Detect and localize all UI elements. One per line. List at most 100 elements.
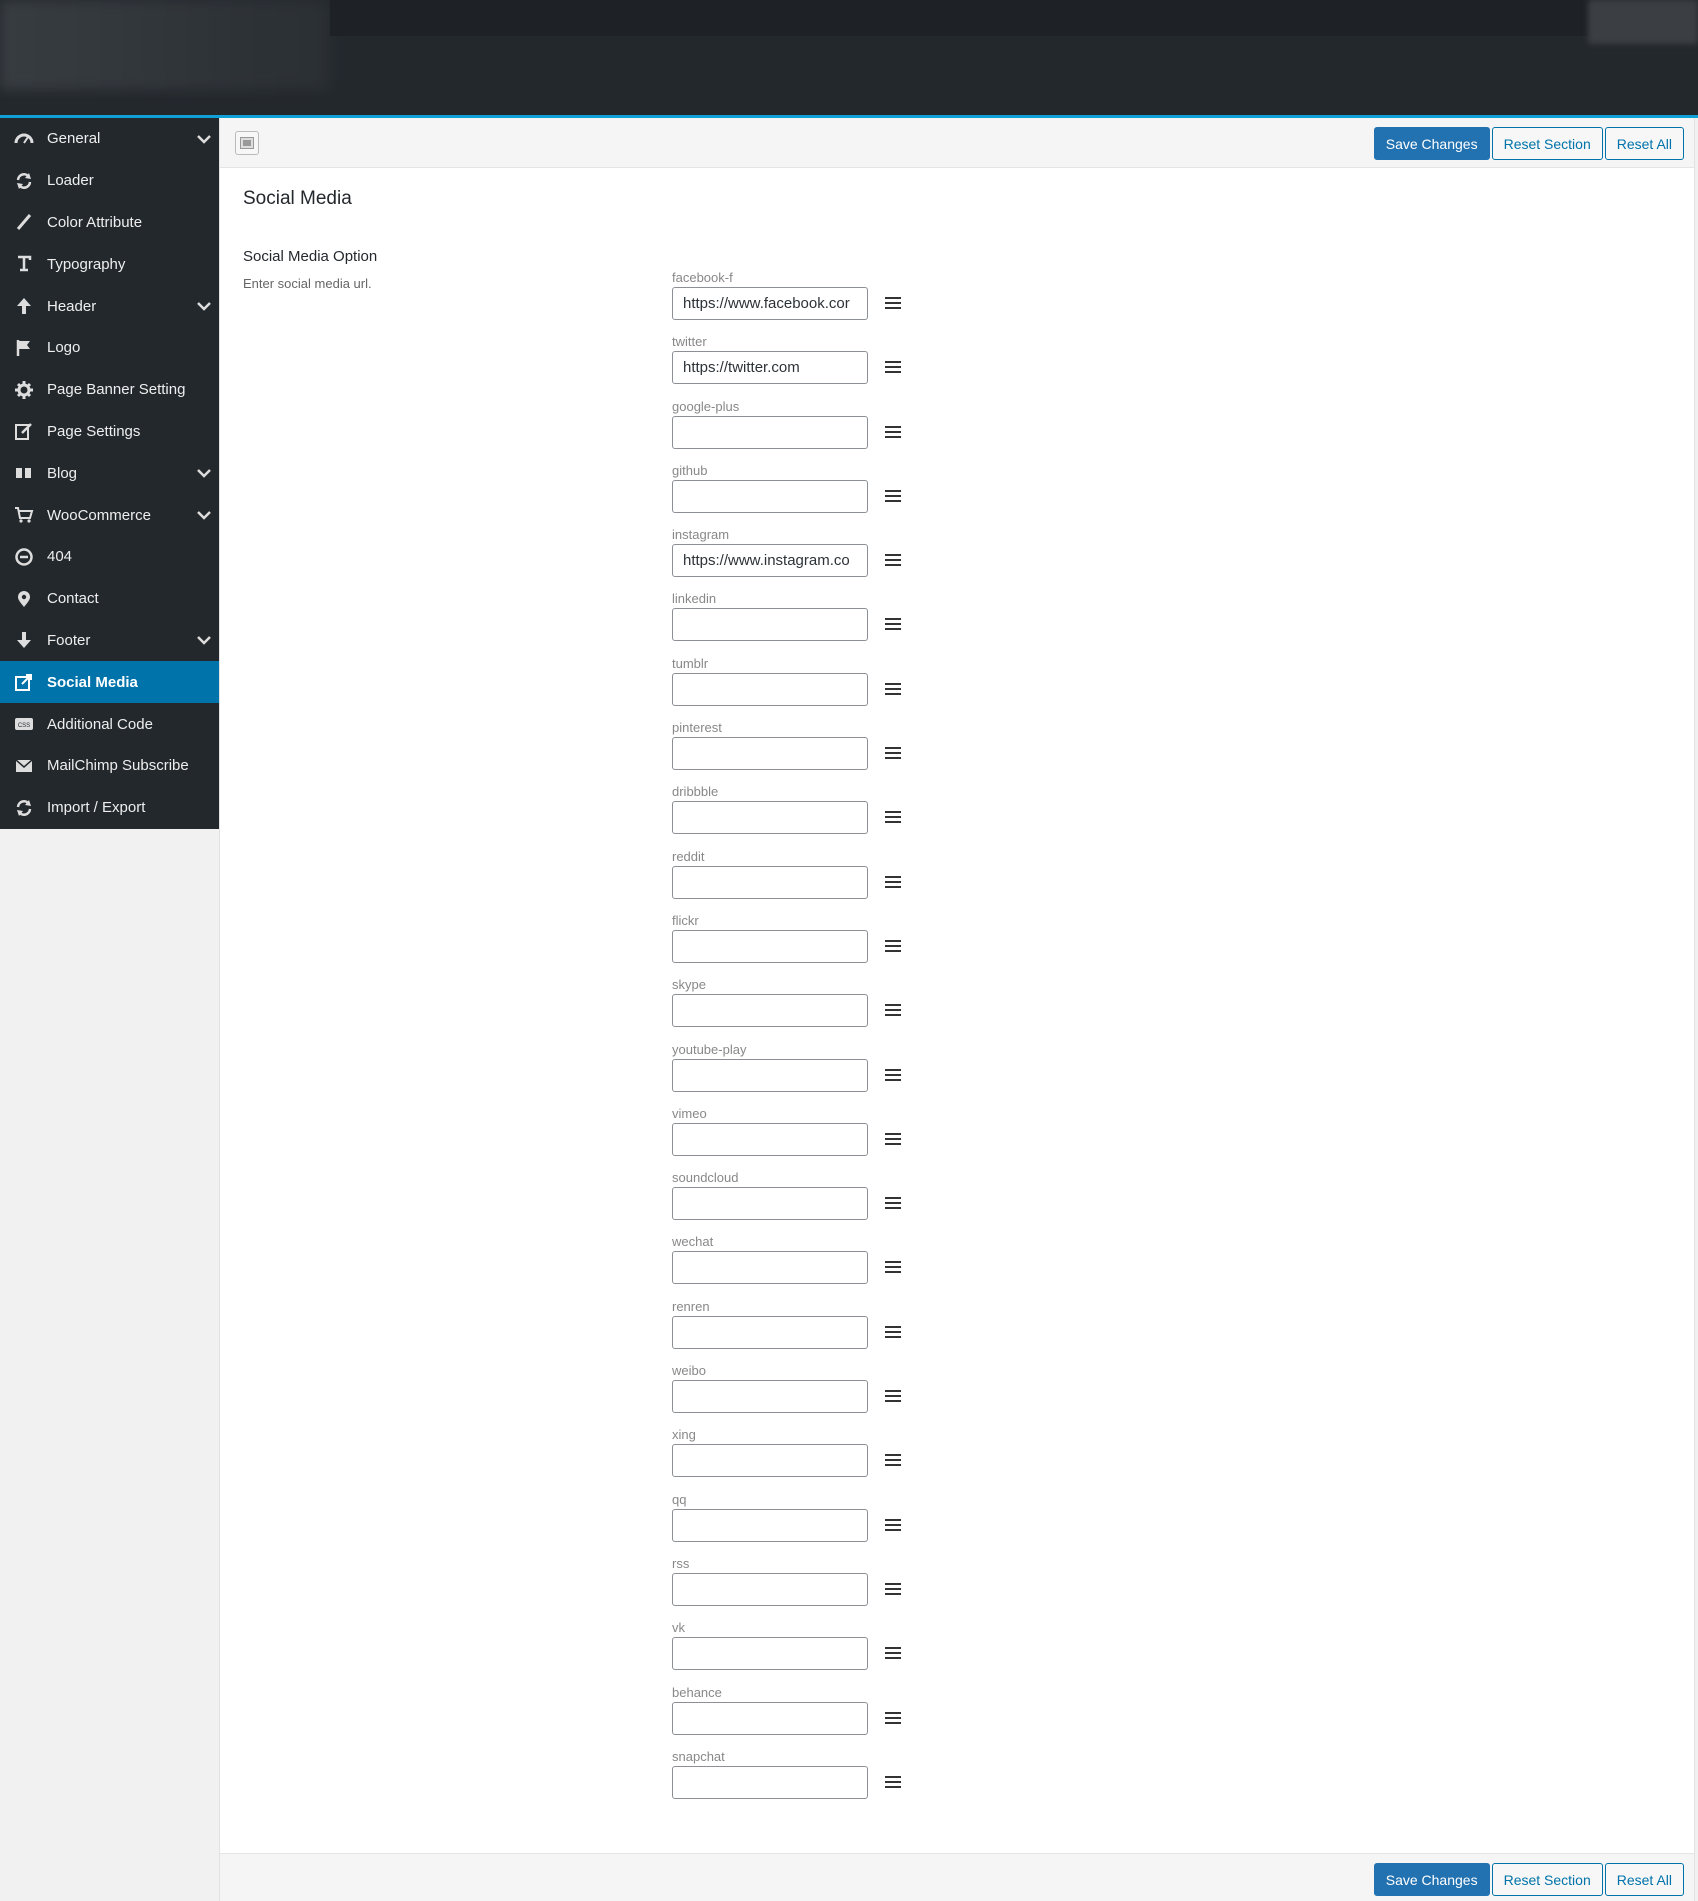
soundcloud-url-input[interactable] [672, 1187, 868, 1221]
sidebar-item-color-attribute[interactable]: Color Attribute [0, 202, 219, 244]
reset-section-button[interactable]: Reset Section [1491, 127, 1603, 160]
reddit-url-input[interactable] [672, 865, 868, 899]
flickr-url-input[interactable] [672, 929, 868, 963]
sidebar-item-404[interactable]: 404 [0, 536, 219, 578]
field-label: vimeo [672, 1105, 707, 1121]
chevron-down-icon[interactable] [189, 510, 219, 520]
drag-handle-icon[interactable] [884, 1323, 902, 1341]
github-url-input[interactable] [672, 479, 868, 513]
field-label: vk [672, 1620, 685, 1636]
sidebar-item-social-media[interactable]: Social Media [0, 661, 219, 704]
instagram-url-input[interactable] [672, 544, 868, 578]
drag-handle-icon[interactable] [884, 744, 902, 762]
social-field-youtube-play: youtube-play [672, 1042, 932, 1106]
sidebar-item-header[interactable]: Header [0, 285, 219, 327]
sidebar-item-general[interactable]: General [0, 118, 219, 160]
drag-handle-icon[interactable] [884, 1773, 902, 1791]
tumblr-url-input[interactable] [672, 672, 868, 706]
field-label: pinterest [672, 720, 722, 736]
facebook-f-url-input[interactable] [672, 287, 868, 320]
sidebar-item-label: Typography [47, 255, 126, 273]
drag-handle-icon[interactable] [884, 1001, 902, 1019]
drag-handle-icon[interactable] [884, 1130, 902, 1148]
sidebar-item-page-settings[interactable]: Page Settings [0, 411, 219, 453]
pinterest-url-input[interactable] [672, 737, 868, 771]
xing-url-input[interactable] [672, 1444, 868, 1478]
drag-handle-icon[interactable] [884, 1580, 902, 1598]
blurred-user-area [1588, 0, 1698, 44]
sidebar-item-footer[interactable]: Footer [0, 620, 219, 662]
sidebar-item-contact[interactable]: Contact [0, 578, 219, 620]
drag-handle-icon[interactable] [884, 1451, 902, 1469]
expand-toggle-button[interactable] [235, 131, 259, 155]
skype-url-input[interactable] [672, 994, 868, 1028]
drag-handle-icon[interactable] [884, 423, 902, 441]
reset-section-button[interactable]: Reset Section [1491, 1863, 1603, 1896]
sidebar-item-page-banner-setting[interactable]: Page Banner Setting [0, 369, 219, 411]
weibo-url-input[interactable] [672, 1380, 868, 1414]
renren-url-input[interactable] [672, 1315, 868, 1349]
vk-url-input[interactable] [672, 1637, 868, 1671]
chevron-down-icon[interactable] [189, 301, 219, 311]
youtube-play-url-input[interactable] [672, 1058, 868, 1092]
drag-handle-icon[interactable] [884, 937, 902, 955]
sidebar-item-woocommerce[interactable]: WooCommerce [0, 494, 219, 536]
save-changes-button[interactable]: Save Changes [1373, 127, 1490, 160]
linkedin-url-input[interactable] [672, 608, 868, 642]
sidebar-item-mailchimp-subscribe[interactable]: MailChimp Subscribe [0, 745, 219, 787]
field-label: flickr [672, 912, 699, 928]
reset-all-button[interactable]: Reset All [1604, 127, 1684, 160]
snapchat-url-input[interactable] [672, 1765, 868, 1799]
chevron-down-icon[interactable] [189, 134, 219, 144]
sidebar-item-label: MailChimp Subscribe [47, 757, 189, 775]
sidebar-item-label: Footer [47, 631, 91, 649]
sidebar-item-loader[interactable]: Loader [0, 160, 219, 202]
drag-handle-icon[interactable] [884, 1194, 902, 1212]
field-label: facebook-f [672, 270, 733, 285]
rss-url-input[interactable] [672, 1572, 868, 1606]
field-label: snapchat [672, 1748, 725, 1764]
social-field-weibo: weibo [672, 1363, 932, 1427]
save-changes-button[interactable]: Save Changes [1373, 1863, 1490, 1896]
behance-url-input[interactable] [672, 1701, 868, 1735]
drag-handle-icon[interactable] [884, 873, 902, 891]
qq-url-input[interactable] [672, 1508, 868, 1542]
edit-icon [0, 421, 47, 441]
social-media-fields: facebook-f twitter google-plus github instag… [672, 270, 932, 1813]
drag-handle-icon[interactable] [884, 1516, 902, 1534]
drag-handle-icon[interactable] [884, 1644, 902, 1662]
drag-handle-icon[interactable] [884, 487, 902, 505]
drag-handle-icon[interactable] [884, 1709, 902, 1727]
drag-handle-icon[interactable] [884, 551, 902, 569]
drag-handle-icon[interactable] [884, 1387, 902, 1405]
field-label: xing [672, 1427, 696, 1443]
vimeo-url-input[interactable] [672, 1122, 868, 1156]
field-label: github [672, 462, 708, 478]
sidebar-item-import-export[interactable]: Import / Export [0, 787, 219, 829]
drag-handle-icon[interactable] [884, 680, 902, 698]
sidebar-item-blog[interactable]: Blog [0, 452, 219, 494]
sidebar-item-typography[interactable]: Typography [0, 243, 219, 285]
social-field-github: github [672, 463, 932, 527]
sidebar-item-logo[interactable]: Logo [0, 327, 219, 369]
sidebar-item-label: Page Settings [47, 422, 141, 440]
dribbble-url-input[interactable] [672, 801, 868, 835]
reset-all-button[interactable]: Reset All [1604, 1863, 1684, 1896]
drag-handle-icon[interactable] [884, 615, 902, 633]
drag-handle-icon[interactable] [884, 1066, 902, 1084]
social-field-reddit: reddit [672, 849, 932, 913]
sidebar-item-additional-code[interactable]: CSS Additional Code [0, 703, 219, 745]
svg-text:CSS: CSS [17, 723, 29, 729]
social-field-rss: rss [672, 1556, 932, 1620]
chevron-down-icon[interactable] [189, 635, 219, 646]
chevron-down-icon[interactable] [189, 468, 219, 479]
wechat-url-input[interactable] [672, 1251, 868, 1285]
drag-handle-icon[interactable] [884, 1258, 902, 1276]
drag-handle-icon[interactable] [884, 358, 902, 376]
twitter-url-input[interactable] [672, 351, 868, 385]
social-field-facebook-f: facebook-f [672, 270, 932, 334]
drag-handle-icon[interactable] [884, 294, 902, 312]
drag-handle-icon[interactable] [884, 808, 902, 826]
field-label: dribbble [672, 784, 719, 800]
google-plus-url-input[interactable] [672, 415, 868, 449]
